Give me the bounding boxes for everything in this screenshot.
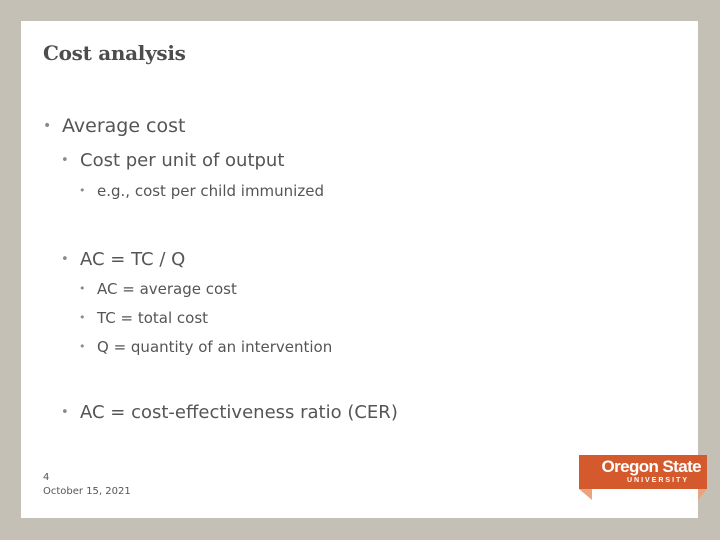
bullet-icon: • [79, 184, 86, 197]
bullet-tc-def: • TC = total cost [79, 309, 208, 327]
logo-fold-left-tab [579, 489, 592, 500]
bullet-text: AC = cost-effectiveness ratio (CER) [80, 402, 398, 423]
bullet-icon: • [43, 118, 52, 134]
slide: Cost analysis • Average cost • Cost per un… [21, 21, 698, 518]
oregon-state-logo: Oregon State UNIVERSITY [579, 455, 707, 489]
bullet-icon: • [79, 282, 86, 295]
bullet-text: AC = average cost [97, 280, 237, 298]
logo-name: Oregon State [601, 457, 701, 476]
bullet-ac-def: • AC = average cost [79, 280, 237, 298]
bullet-example: • e.g., cost per child immunized [79, 182, 324, 200]
bullet-text: AC = TC / Q [80, 249, 186, 270]
bullet-text: TC = total cost [97, 309, 209, 327]
bullet-icon: • [61, 153, 69, 168]
bullet-q-def: • Q = quantity of an intervention [79, 338, 332, 356]
bullet-icon: • [61, 252, 69, 267]
bullet-icon: • [79, 340, 86, 353]
logo-subtitle: UNIVERSITY [626, 477, 689, 484]
bullet-text: Q = quantity of an intervention [97, 338, 333, 356]
bullet-text: e.g., cost per child immunized [97, 182, 324, 200]
bullet-icon: • [61, 405, 69, 420]
bullet-cost-per-unit: • Cost per unit of output [61, 150, 284, 171]
bullet-ac-formula: • AC = TC / Q [61, 249, 185, 270]
bullet-icon: • [79, 311, 86, 324]
logo-fold-right-tab [698, 489, 707, 500]
bullet-text: Cost per unit of output [80, 150, 285, 171]
bullet-cer: • AC = cost-effectiveness ratio (CER) [61, 402, 398, 423]
bullet-text: Average cost [62, 115, 186, 137]
bullet-average-cost: • Average cost [43, 115, 185, 137]
page-number: 4 [43, 472, 50, 483]
slide-title: Cost analysis [43, 41, 186, 65]
slide-date: October 15, 2021 [43, 486, 131, 497]
